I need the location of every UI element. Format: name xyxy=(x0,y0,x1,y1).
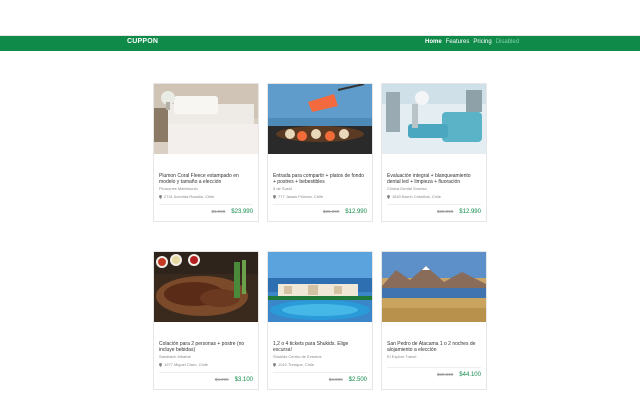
deal-merchant: Shukids Centro de Eventos xyxy=(273,354,322,359)
deal-address: 2741 Avenida Rosalía, Chile xyxy=(159,194,253,199)
deal-title[interactable]: Evaluación integral + blanqueamiento den… xyxy=(387,173,481,185)
deal-address-text: 1840 Barrio Cristóbal, Chile xyxy=(392,194,441,199)
dental-clinic-photo[interactable] xyxy=(382,84,486,154)
deal-prices: $30.990 $12.990 xyxy=(387,209,481,215)
navbar: CUPPON Home Features Pricing Disabled xyxy=(0,36,640,51)
deal-merchant: El Explorr Travel xyxy=(387,354,417,359)
deal-address: 1977 Miguel Claro, Chile xyxy=(159,362,253,367)
location-pin-icon xyxy=(273,362,276,367)
deal-prices: $4.990 $3.100 xyxy=(159,377,253,383)
deal-merchant: 5 de Sushi xyxy=(273,186,292,191)
deal-prices: $35.990 $12.990 xyxy=(273,209,367,215)
deal-address: 1840 Barrio Cristóbal, Chile xyxy=(387,194,481,199)
brand-logo[interactable]: CUPPON xyxy=(127,38,158,45)
deal-new-price: $44.100 xyxy=(459,372,481,378)
nav-pricing[interactable]: Pricing xyxy=(473,39,491,45)
resort-pool-photo[interactable] xyxy=(268,252,372,322)
browser-top-area xyxy=(0,0,640,36)
divider xyxy=(387,367,481,368)
deal-card[interactable]: San Pedro de Atacama 1 o 2 noches de alo… xyxy=(381,251,487,390)
deal-address: 1010 Trenque, Chile xyxy=(273,362,367,367)
deal-address: 777 Jasaw Polman, Chile xyxy=(273,194,367,199)
deal-old-price: $4.990 xyxy=(214,377,229,382)
deal-new-price: $3.100 xyxy=(234,377,253,383)
divider xyxy=(273,204,367,205)
nav-features[interactable]: Features xyxy=(446,39,470,45)
location-pin-icon xyxy=(159,194,162,199)
deal-new-price: $23.990 xyxy=(231,209,253,215)
deal-merchant: Clínica Dental Sonrisa xyxy=(387,186,427,191)
location-pin-icon xyxy=(273,194,276,199)
deal-merchant: Sandwich Mirabal xyxy=(159,354,191,359)
deal-card[interactable]: Evaluación integral + blanqueamiento den… xyxy=(381,83,487,222)
deal-title[interactable]: Entrada para compartir + platos de fondo… xyxy=(273,173,367,185)
nav-disabled: Disabled xyxy=(495,39,520,45)
deal-card[interactable]: Colación para 2 personas + postre (no in… xyxy=(153,251,259,390)
deal-new-price: $12.990 xyxy=(459,209,481,215)
deal-new-price: $12.990 xyxy=(345,209,367,215)
divider xyxy=(159,204,253,205)
deal-old-price: $30.990 xyxy=(437,209,454,214)
nav-links: Home Features Pricing Disabled xyxy=(425,39,519,45)
deal-card[interactable]: Entrada para compartir + platos de fondo… xyxy=(267,83,373,222)
desert-lake-photo[interactable] xyxy=(382,252,486,322)
location-pin-icon xyxy=(387,194,390,199)
grilled-meat-photo[interactable] xyxy=(154,252,258,322)
bedroom-photo[interactable] xyxy=(154,84,258,154)
deal-merchant: Plumones Matrimonio xyxy=(159,186,198,191)
deal-title[interactable]: 1,2 o 4 tickets para Shukids. Elige excu… xyxy=(273,341,367,353)
deal-address-text: 777 Jasaw Polman, Chile xyxy=(278,194,324,199)
deal-address-text: 2741 Avenida Rosalía, Chile xyxy=(164,194,215,199)
deal-address-text: 1977 Miguel Claro, Chile xyxy=(164,362,208,367)
deal-prices: $4.990 $2.500 xyxy=(273,377,367,383)
deal-title[interactable]: San Pedro de Atacama 1 o 2 noches de alo… xyxy=(387,341,481,353)
deal-title[interactable]: Colación para 2 personas + postre (no in… xyxy=(159,341,253,353)
deal-old-price: $6.990 xyxy=(211,209,226,214)
deal-address-text: 1010 Trenque, Chile xyxy=(278,362,315,367)
location-pin-icon xyxy=(159,362,162,367)
divider xyxy=(387,204,481,205)
deal-old-price: $4.990 xyxy=(328,377,343,382)
deal-old-price: $80.990 xyxy=(437,372,454,377)
deal-new-price: $2.500 xyxy=(348,377,367,383)
deal-old-price: $35.990 xyxy=(323,209,340,214)
deal-prices: $6.990 $23.990 xyxy=(159,209,253,215)
sushi-photo[interactable] xyxy=(268,84,372,154)
deal-title[interactable]: Plumon Coral Fleece estampado en modelo … xyxy=(159,173,253,185)
deal-prices: $80.990 $44.100 xyxy=(387,372,481,378)
divider xyxy=(159,372,253,373)
deal-card[interactable]: 1,2 o 4 tickets para Shukids. Elige excu… xyxy=(267,251,373,390)
deal-card[interactable]: Plumon Coral Fleece estampado en modelo … xyxy=(153,83,259,222)
divider xyxy=(273,372,367,373)
nav-home[interactable]: Home xyxy=(425,39,442,45)
